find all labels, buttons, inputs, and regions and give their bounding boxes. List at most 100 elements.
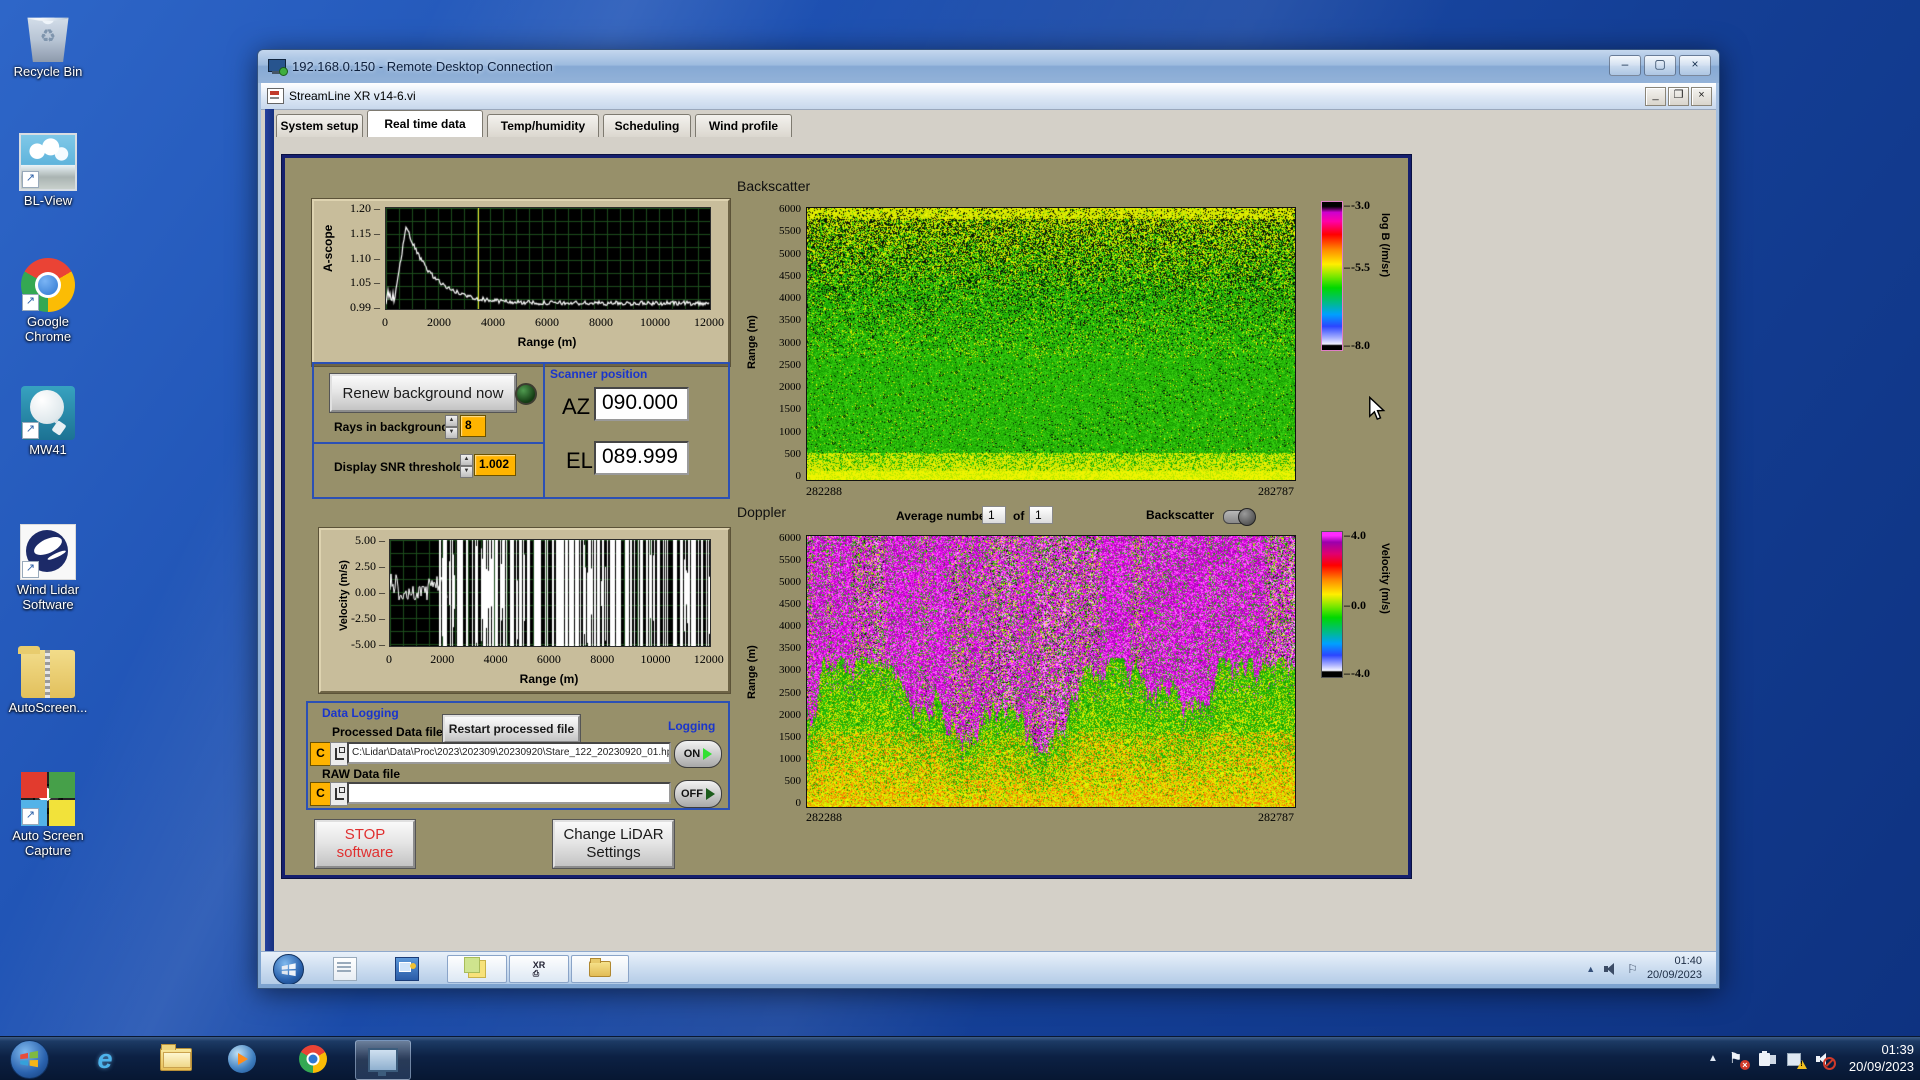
rdc-maximize-button[interactable]: ▢ [1644,55,1676,76]
tick-label: 4500 [779,598,801,611]
rdc-titlebar[interactable]: 192.168.0.150 - Remote Desktop Connectio… [258,50,1719,83]
power-plug-icon[interactable] [1758,1050,1776,1068]
chrome-icon[interactable] [297,1043,329,1075]
tick-label: 1.10 [350,252,380,264]
ascope-frame: A-scope 1.20 1.15 1.10 1.05 0.99 0 2000 4000 60… [312,199,730,366]
rdp-taskbar-button[interactable] [355,1040,411,1080]
average-total-field[interactable]: 1 [1029,506,1053,524]
app-titlebar[interactable]: StreamLine XR v14-6.vi _ ❐ × [261,83,1716,110]
tick-label: 5000 [779,576,801,589]
raw-drive-selector[interactable]: C [310,782,331,806]
clock[interactable]: 01:39 20/09/2023 [1849,1042,1914,1076]
desktop-icon-chrome[interactable]: ↗ Google Chrome [3,258,93,345]
backscatter-cb-label: log B (/m/sr) [1379,213,1391,278]
el-value-field[interactable]: 089.999 [594,441,689,475]
desktop-icon-mw41[interactable]: ↗ MW41 [3,386,93,458]
display-settings-icon[interactable] [395,957,419,981]
remote-screen: StreamLine XR v14-6.vi _ ❐ × System setu… [261,83,1716,984]
desktop-icon-asc[interactable]: ↗ Auto Screen Capture [3,772,93,859]
doppler-heatmap[interactable] [806,535,1296,808]
remote-start-button[interactable] [273,954,304,984]
tick-label: 500 [784,774,802,787]
rdc-close-button[interactable]: × [1679,55,1711,76]
desktop-icon-label: BL-View [23,193,73,208]
change-lidar-settings-button[interactable]: Change LiDAR Settings [553,820,674,868]
backscatter-doppler-toggle[interactable] [1223,508,1256,526]
shortcut-arrow-icon: ↗ [22,808,39,825]
action-center-alert-icon[interactable]: ⚑ [1729,1050,1747,1068]
backscatter-colorbar[interactable] [1321,201,1343,351]
remote-task-streamline-xr[interactable]: XR ⎙ [509,955,569,983]
data-logging-label: Data Logging [322,706,399,720]
stop-software-button[interactable]: STOP software [315,820,415,868]
tick-label: 0 [795,796,802,809]
remote-tray-expand-icon[interactable]: ▲ [1586,964,1595,974]
ascope-plot[interactable] [385,207,711,310]
tick-label: -5.00 [351,638,385,650]
desktop: Recycle Bin ↗ BL-View ↗ Google Chrome ↗ MW41 ↗ W… [0,0,1920,1080]
rdp-window-icon [368,1048,398,1076]
tab-system-setup[interactable]: System setup [276,114,363,137]
volume-muted-icon[interactable] [1815,1050,1836,1070]
tick-label: 1500 [779,403,801,416]
app-restore-button[interactable]: ❐ [1668,87,1689,106]
rdc-minimize-button[interactable]: – [1609,55,1641,76]
remote-action-center-icon[interactable]: ⚐ [1627,963,1638,975]
backscatter-cb-tick-max: -3.0 [1344,198,1370,213]
desktop-icon-wind[interactable]: ↗ Wind Lidar Software [3,524,93,613]
processed-drive-selector[interactable]: C [310,742,331,766]
desktop-icon-label: Recycle Bin [13,64,83,79]
tab-temp-humidity[interactable]: Temp/humidity [487,114,599,137]
desktop-icon-zip[interactable]: AutoScreen... [3,646,93,716]
tab-scheduling[interactable]: Scheduling [603,114,691,137]
network-warning-icon[interactable] [1786,1050,1807,1069]
doppler-colorbar[interactable] [1321,531,1343,678]
snr-value-field[interactable]: 1.002 [474,454,516,476]
processed-logging-on-toggle[interactable]: ON [674,740,722,768]
backscatter-yticks: 6000 5500 5000 4500 4000 3500 3000 2500 2000 1500… [757,203,801,482]
explorer-folder-icon[interactable] [160,1043,192,1075]
start-button[interactable] [10,1040,49,1079]
remote-clock[interactable]: 01:40 20/09/2023 [1647,955,1702,983]
renew-background-button[interactable]: Renew background now [330,374,516,412]
processed-path-browse-icon[interactable] [330,742,348,766]
velocity-plot[interactable] [389,539,711,647]
internet-explorer-icon[interactable]: e [89,1043,121,1075]
tick-label: 2.50 [355,560,385,572]
raw-logging-off-toggle[interactable]: OFF [674,780,722,808]
media-player-icon[interactable] [226,1043,258,1075]
processed-path-field[interactable]: C:\Lidar\Data\Proc\2023\202309\20230920\… [347,742,671,764]
app-minimize-button[interactable]: _ [1645,87,1666,106]
velocity-yticks: 5.00 2.50 0.00 -2.50 -5.00 [339,534,385,650]
raw-path-browse-icon[interactable] [330,782,348,806]
windows-flag-icon [20,1051,39,1068]
remote-volume-icon[interactable] [1604,962,1618,975]
renew-led-indicator [515,383,537,405]
backscatter-heatmap[interactable] [806,207,1296,481]
tick-label: 4500 [779,269,801,282]
rays-spinner[interactable]: ▲ ▼ [445,415,458,439]
desktop-icon-blview[interactable]: ↗ BL-View [3,133,93,209]
raw-path-field[interactable] [347,782,671,804]
notepad-icon[interactable] [333,957,357,981]
snr-spinner[interactable]: ▲ ▼ [460,454,473,478]
backscatter-x-left: 282288 [806,484,842,498]
tab-wind-profile[interactable]: Wind profile [695,114,792,137]
rays-in-background-label: Rays in background [334,420,449,434]
rays-value-field[interactable]: 8 [460,415,486,437]
restart-processed-file-button[interactable]: Restart processed file [443,715,580,743]
average-number-field[interactable]: 1 [982,506,1006,524]
tab-real-time-data[interactable]: Real time data [367,110,483,137]
tray-expand-icon[interactable]: ▲ [1708,1053,1718,1064]
tick-label: 6000 [535,315,559,329]
tick-label: 3000 [779,664,801,677]
backscatter-cb-tick-mid: -5.5 [1344,260,1370,275]
az-value-field[interactable]: 090.000 [594,387,689,421]
az-label: AZ [562,394,591,419]
remote-task-explorer[interactable] [571,955,629,983]
remote-task-sticky-notes[interactable] [447,955,507,983]
desktop-icon-recycle[interactable]: Recycle Bin [3,8,93,80]
app-close-button[interactable]: × [1691,87,1712,106]
snr-threshold-label: Display SNR threshold [334,460,464,474]
tick-label: 500 [784,447,802,460]
